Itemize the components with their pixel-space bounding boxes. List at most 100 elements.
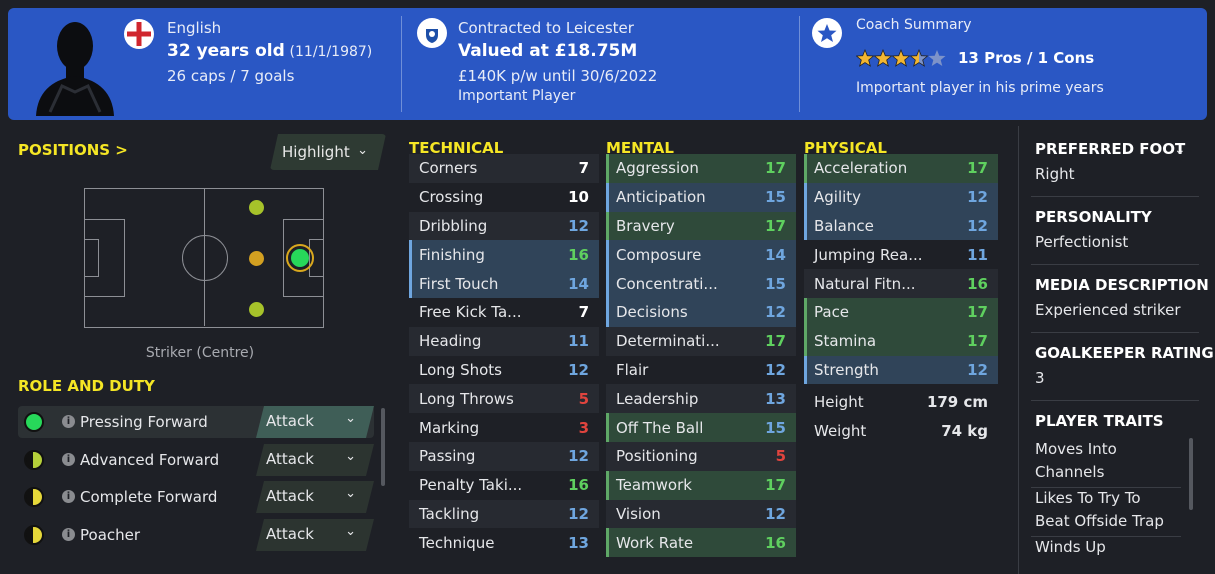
attribute-row[interactable]: Long Shots 12 — [409, 356, 599, 385]
attribute-row[interactable]: Tackling 12 — [409, 499, 599, 529]
highlight-dropdown[interactable]: Highlight ⌄ — [270, 134, 386, 170]
attribute-row[interactable]: Stamina 17 — [804, 326, 998, 356]
attribute-row[interactable]: Positioning 5 — [606, 441, 796, 471]
preferred-foot-label[interactable]: PREFERRED FOOT — [1035, 140, 1185, 158]
attribute-value: 17 — [765, 159, 786, 178]
attribute-row[interactable]: Concentrati... 15 — [606, 269, 796, 298]
attribute-row[interactable]: Teamwork 17 — [606, 470, 796, 500]
attribute-value: 12 — [967, 360, 988, 379]
attribute-value: 11 — [967, 245, 988, 264]
attribute-name: Teamwork — [616, 476, 692, 495]
attribute-row[interactable]: Agility 12 — [804, 182, 998, 212]
attribute-row[interactable]: Leadership 13 — [606, 384, 796, 414]
attribute-value: 15 — [765, 418, 786, 437]
attribute-row[interactable]: Corners 7 — [409, 154, 599, 183]
attribute-name: Composure — [616, 245, 702, 264]
attribute-row[interactable]: Natural Fitn... 16 — [804, 269, 998, 298]
attribute-row[interactable]: Free Kick Ta... 7 — [409, 298, 599, 327]
attribute-name: Dribbling — [419, 216, 488, 235]
wage-contract: £140K p/w until 30/6/2022 — [458, 67, 658, 85]
position-marker[interactable] — [249, 302, 264, 317]
info-icon[interactable]: i — [62, 453, 75, 466]
attribute-name: Aggression — [616, 159, 699, 178]
roles-scrollbar[interactable] — [381, 408, 385, 486]
attribute-row[interactable]: Finishing 16 — [409, 240, 599, 270]
role-row[interactable]: i Pressing Forward Attack ⌄ — [18, 406, 374, 438]
chevron-down-icon[interactable]: ⌄ — [1174, 142, 1186, 158]
personality-label: PERSONALITY — [1035, 208, 1152, 226]
attribute-row[interactable]: First Touch 14 — [409, 269, 599, 298]
traits-scrollbar[interactable] — [1189, 438, 1193, 510]
role-row[interactable]: i Advanced Forward Attack ⌄ — [18, 444, 374, 476]
header-divider — [401, 16, 402, 112]
attribute-row[interactable]: Strength 12 — [804, 355, 998, 385]
attribute-row[interactable]: Marking 3 — [409, 413, 599, 442]
attribute-name: Long Throws — [419, 389, 514, 408]
attribute-row[interactable]: Off The Ball 15 — [606, 413, 796, 442]
attribute-row[interactable]: Acceleration 17 — [804, 154, 998, 183]
attribute-name: Passing — [419, 447, 476, 466]
attribute-value: 15 — [765, 188, 786, 207]
attribute-value: 12 — [967, 216, 988, 235]
attribute-row[interactable]: Passing 12 — [409, 441, 599, 471]
attribute-row[interactable]: Composure 14 — [606, 240, 796, 270]
attribute-name: Off The Ball — [616, 418, 704, 437]
role-row[interactable]: i Poacher Attack ⌄ — [18, 519, 374, 551]
attribute-row[interactable]: Technique 13 — [409, 528, 599, 557]
duty-dropdown[interactable]: Attack ⌄ — [256, 481, 374, 513]
attribute-value: 12 — [568, 360, 589, 379]
info-icon[interactable]: i — [62, 415, 75, 428]
position-marker[interactable] — [249, 200, 264, 215]
position-marker[interactable] — [249, 251, 264, 266]
physical-column: PHYSICAL Acceleration 17 Agility 12 Balance 1… — [804, 126, 998, 445]
player-header: English 32 years old (11/1/1987) 26 caps… — [8, 8, 1207, 120]
weight-value: 74 kg — [941, 421, 988, 440]
info-icon[interactable]: i — [62, 528, 75, 541]
attribute-name: Penalty Taki... — [419, 476, 523, 495]
position-marker-selected-dot — [291, 249, 309, 267]
duty-dropdown[interactable]: Attack ⌄ — [256, 406, 374, 438]
attribute-row[interactable]: Crossing 10 — [409, 183, 599, 212]
attribute-row[interactable]: Vision 12 — [606, 499, 796, 529]
club-badge-icon[interactable] — [417, 18, 447, 48]
attribute-name: Agility — [814, 188, 862, 207]
attribute-row[interactable]: Aggression 17 — [606, 154, 796, 183]
attribute-row[interactable]: Decisions 12 — [606, 297, 796, 327]
attribute-name: Tackling — [419, 504, 480, 523]
caps-goals: 26 caps / 7 goals — [167, 67, 295, 85]
mental-column: MENTAL Aggression 17 Anticipation 15 Bravery… — [606, 126, 796, 558]
attribute-row[interactable]: Heading 11 — [409, 326, 599, 356]
chevron-down-icon: ⌄ — [345, 524, 356, 539]
attribute-row[interactable]: Flair 12 — [606, 356, 796, 385]
attribute-value: 12 — [765, 360, 786, 379]
attribute-name: First Touch — [419, 274, 499, 293]
attribute-row[interactable]: Penalty Taki... 16 — [409, 471, 599, 500]
attribute-value: 17 — [765, 216, 786, 235]
chevron-down-icon: ⌄ — [345, 449, 356, 464]
attribute-row[interactable]: Determinati... 17 — [606, 326, 796, 356]
pros-cons[interactable]: 13 Pros / 1 Cons — [958, 49, 1094, 67]
attribute-row[interactable]: Jumping Rea... 11 — [804, 240, 998, 269]
attribute-name: Anticipation — [616, 188, 706, 207]
attribute-row[interactable]: Work Rate 16 — [606, 528, 796, 558]
attribute-row[interactable]: Bravery 17 — [606, 211, 796, 241]
attribute-row[interactable]: Long Throws 5 — [409, 384, 599, 414]
role-row[interactable]: i Complete Forward Attack ⌄ — [18, 481, 374, 513]
attribute-row[interactable]: Anticipation 15 — [606, 182, 796, 212]
positions-title[interactable]: POSITIONS > — [18, 141, 128, 159]
attribute-value: 7 — [578, 159, 589, 178]
attribute-name: Stamina — [814, 332, 877, 351]
attribute-name: Bravery — [616, 216, 675, 235]
attribute-name: Free Kick Ta... — [419, 303, 522, 322]
duty-dropdown[interactable]: Attack ⌄ — [256, 519, 374, 551]
attribute-row[interactable]: Pace 17 — [804, 297, 998, 327]
attribute-row[interactable]: Balance 12 — [804, 211, 998, 241]
player-info-sidebar: PREFERRED FOOT ⌄ Right PERSONALITY Perfe… — [1018, 126, 1215, 574]
goalkeeper-rating-value: 3 — [1035, 369, 1045, 387]
duty-dropdown[interactable]: Attack ⌄ — [256, 444, 374, 476]
attribute-name: Finishing — [419, 245, 485, 264]
info-icon[interactable]: i — [62, 490, 75, 503]
player-value: Valued at £18.75M — [458, 41, 638, 61]
age: 32 years old — [167, 41, 285, 61]
attribute-row[interactable]: Dribbling 12 — [409, 211, 599, 241]
